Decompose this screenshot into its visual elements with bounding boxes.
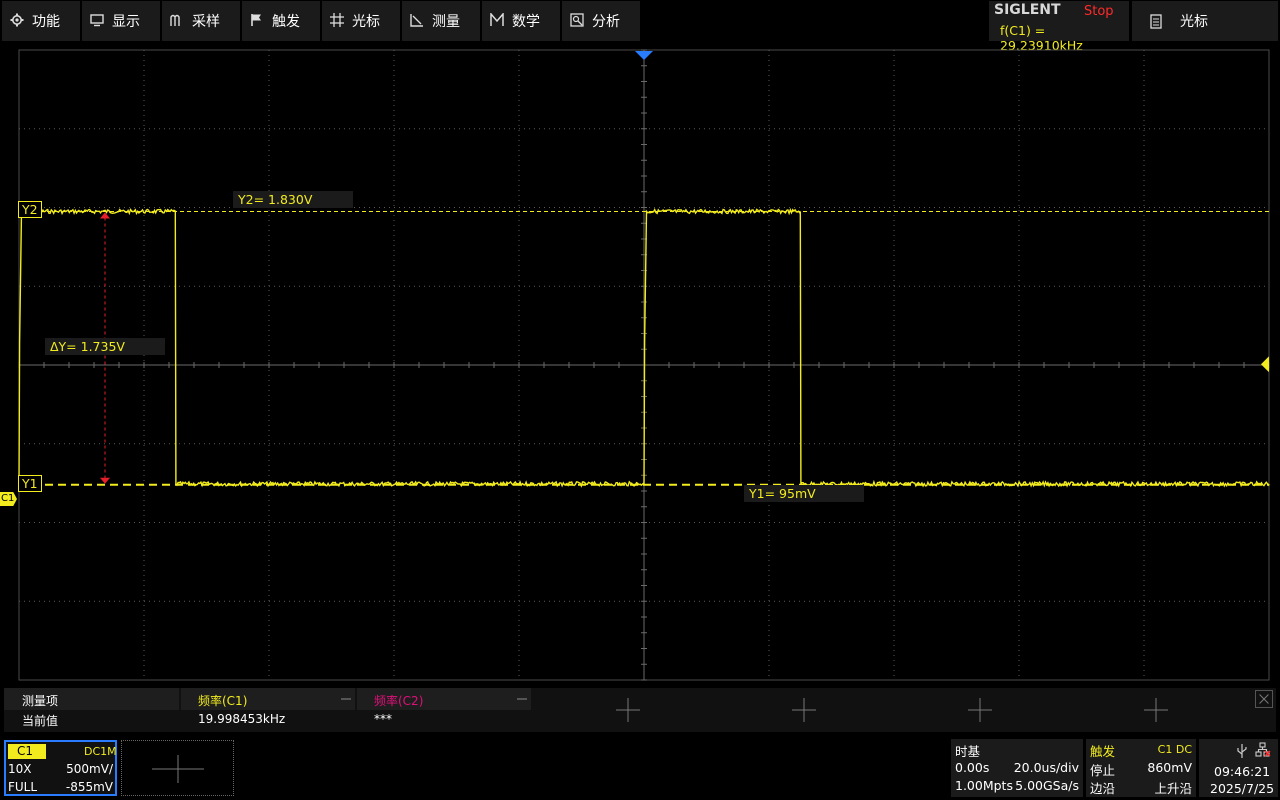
y1-cursor-tag[interactable]: Y1 (18, 475, 42, 492)
channel1-probe: 10X (8, 762, 32, 776)
meas-row-value-label: 当前值 (22, 714, 59, 728)
menu-utility[interactable]: 功能 (2, 1, 80, 41)
channel1-coupling: DC1M (84, 745, 117, 758)
timebase-box[interactable]: 时基 0.00s 20.0us/div 1.00Mpts 5.00GSa/s (951, 739, 1083, 797)
gear-icon (10, 13, 26, 29)
sample-rate: 5.00GSa/s (1015, 778, 1079, 793)
add-measurement-icon[interactable] (616, 698, 640, 722)
monitor-icon (90, 13, 106, 29)
menu-cursors[interactable]: 光标 (322, 1, 400, 41)
measurement-panel: 测量项 当前值 频率(C1) 19.998453kHz 频率(C2) *** (4, 688, 1276, 732)
meas-item-dash (341, 698, 351, 700)
delta-y-label: ΔY= 1.735V (45, 338, 165, 355)
clock-time: 09:46:21 (1214, 764, 1271, 779)
meas-item-value: 19.998453kHz (198, 712, 286, 726)
acquire-icon (170, 13, 186, 29)
cursor-side-menu-button[interactable]: 光标 (1132, 1, 1278, 41)
channel1-scale: 500mV/ (66, 762, 113, 776)
menu-label: 采样 (192, 14, 220, 30)
menu-label: 光标 (352, 14, 380, 30)
clock-date: 2025/7/25 (1210, 781, 1275, 796)
menu-acquire[interactable]: 采样 (162, 1, 240, 41)
status-box: SIGLENT Stop f(C1) = 29.23910kHz (989, 1, 1129, 53)
analysis-icon (570, 13, 586, 29)
meas-item-name[interactable]: 频率(C2) (374, 692, 423, 709)
menu-label: 显示 (112, 14, 140, 30)
menu-label: 数学 (512, 14, 540, 30)
add-measurement-icon[interactable] (1144, 698, 1168, 722)
meas-item-dash (517, 698, 527, 700)
memory-depth: 1.00Mpts (955, 778, 1013, 793)
menu-math[interactable]: 数学 (482, 1, 560, 41)
channel1-bandwidth: FULL (8, 780, 38, 794)
cursor-menu-label: 光标 (1180, 14, 1208, 30)
cursor-cross-icon (330, 13, 346, 29)
meas-item-value: *** (374, 712, 392, 726)
trigger-state: 停止 (1090, 763, 1116, 778)
waveform-display[interactable] (0, 44, 1280, 686)
trigger-type: 边沿 (1090, 781, 1116, 796)
meas-row-header: 测量项 (22, 694, 59, 708)
top-menu-bar: 功能 显示 采样 触发 光标 测量 数学 分析 SIGLENT Stop f(C… (0, 0, 1280, 53)
y2-value-label: Y2= 1.830V (233, 191, 353, 208)
menu-display[interactable]: 显示 (82, 1, 160, 41)
menu-label: 测量 (432, 14, 460, 30)
y1-value-label: Y1= 95mV (744, 485, 864, 502)
network-disconnected-icon (1255, 742, 1271, 757)
trigger-title: 触发 (1090, 744, 1116, 759)
menu-measure[interactable]: 测量 (402, 1, 480, 41)
brand-logo: SIGLENT (994, 2, 1061, 18)
clock-box[interactable]: 09:46:21 2025/7/25 (1199, 739, 1278, 797)
timebase-title: 时基 (955, 744, 981, 759)
status-bar: C1 DC1M 10X 500mV/ FULL -855mV 时基 0.00s … (0, 736, 1280, 800)
timebase-scale: 20.0us/div (1013, 760, 1079, 775)
trigger-slope: 上升沿 (1154, 781, 1192, 796)
channel1-settings-box[interactable]: C1 DC1M 10X 500mV/ FULL -855mV (4, 740, 117, 796)
run-stop-status[interactable]: Stop (1084, 4, 1114, 19)
math-icon (490, 13, 506, 29)
add-channel-button[interactable] (121, 740, 234, 796)
y2-cursor-tag[interactable]: Y2 (18, 201, 42, 218)
trigger-level: 860mV (1147, 760, 1192, 775)
add-measurement-icon[interactable] (792, 698, 816, 722)
flag-icon (250, 13, 266, 29)
channel1-badge: C1 (8, 744, 46, 759)
main-menu: 功能 显示 采样 触发 光标 测量 数学 分析 (2, 1, 642, 41)
menu-label: 功能 (32, 14, 60, 30)
clipboard-icon (1150, 13, 1164, 29)
add-measurement-icon[interactable] (968, 698, 992, 722)
close-icon[interactable] (1255, 690, 1273, 708)
add-channel-icon (152, 755, 204, 783)
menu-trigger[interactable]: 触发 (242, 1, 320, 41)
channel1-offset: -855mV (65, 780, 113, 794)
menu-label: 触发 (272, 14, 300, 30)
trigger-source: C1 DC (1157, 743, 1192, 756)
menu-label: 分析 (592, 14, 620, 30)
timebase-delay: 0.00s (955, 760, 990, 775)
measure-icon (410, 13, 426, 29)
meas-item-name[interactable]: 频率(C1) (198, 692, 247, 709)
usb-icon (1237, 744, 1247, 758)
menu-analysis[interactable]: 分析 (562, 1, 640, 41)
trigger-box[interactable]: 触发 C1 DC 停止 860mV 边沿 上升沿 (1086, 739, 1196, 797)
